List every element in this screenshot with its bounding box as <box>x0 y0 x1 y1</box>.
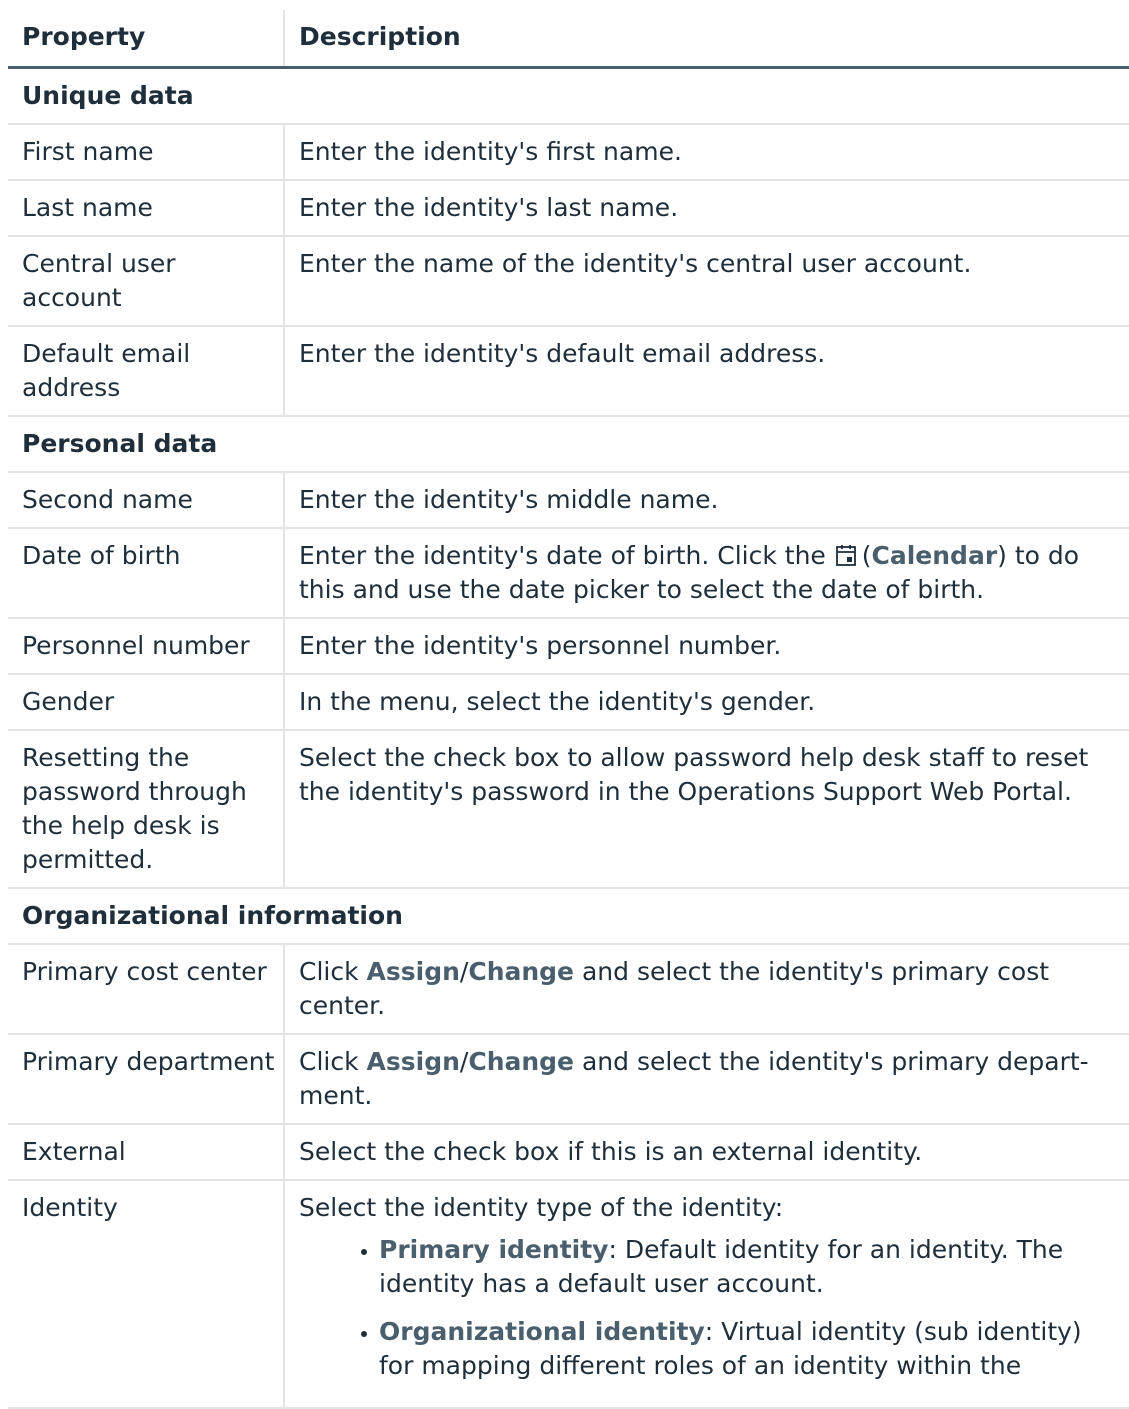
assign-label: Assign <box>366 1047 460 1076</box>
calendar-icon <box>835 544 856 566</box>
table-row: Gender In the menu, select the identity'… <box>8 674 1129 731</box>
click-text: Click <box>299 957 359 986</box>
description-cell: Select the check box to allow password h… <box>283 730 1129 889</box>
property-cell: First name <box>8 124 284 181</box>
header-description: Description <box>283 10 1129 69</box>
identity-type-list: Primary identity: Default identity for a… <box>299 1233 1121 1383</box>
table-row: Default email address Enter the identity… <box>8 326 1129 417</box>
table-row: Second name Enter the identity's middle … <box>8 472 1129 529</box>
section-title-personal-data: Personal data <box>8 416 1129 473</box>
table-row: Primary department Click Assign/Change a… <box>8 1034 1129 1125</box>
table-row: Personnel number Enter the identity's pe… <box>8 618 1129 675</box>
property-cell: Primary cost center <box>8 944 284 1035</box>
description-cell: In the menu, select the identity's gende… <box>283 674 1129 731</box>
identity-intro: Select the identity type of the identity… <box>299 1193 784 1222</box>
calendar-label: Calendar <box>871 541 998 570</box>
property-cell: Personnel number <box>8 618 284 675</box>
description-cell: Select the identity type of the identity… <box>283 1180 1129 1409</box>
assign-label: Assign <box>366 957 460 986</box>
table-row: Last name Enter the identity's last name… <box>8 180 1129 237</box>
property-cell: Identity <box>8 1180 284 1409</box>
change-label: Change <box>468 1047 575 1076</box>
section-title-organizational-information: Organizational information <box>8 888 1129 945</box>
property-cell: Resetting the password through the help … <box>8 730 284 889</box>
description-text-continued: ment. <box>299 1081 373 1110</box>
list-item-term: Organizational identity <box>379 1317 705 1346</box>
section-row-organizational-information: Organizational information <box>8 888 1129 945</box>
description-cell: Click Assign/Change and select the ident… <box>283 944 1129 1035</box>
table-row: Resetting the password through the help … <box>8 730 1129 889</box>
table-row: External Select the check box if this is… <box>8 1124 1129 1181</box>
property-cell: Primary department <box>8 1034 284 1125</box>
description-text: and select the identity's primary depart… <box>581 1047 1089 1076</box>
section-row-personal-data: Personal data <box>8 416 1129 473</box>
property-cell: Date of birth <box>8 528 284 619</box>
list-item: Organizational identity: Virtual identit… <box>361 1315 1121 1383</box>
table-row: Central user account Enter the name of t… <box>8 236 1129 327</box>
description-cell: Enter the identity's middle name. <box>283 472 1129 529</box>
property-cell: Gender <box>8 674 284 731</box>
description-cell: Select the check box if this is an exter… <box>283 1124 1129 1181</box>
click-text: Click <box>299 1047 359 1076</box>
property-cell: Second name <box>8 472 284 529</box>
description-cell: Click Assign/Change and select the ident… <box>283 1034 1129 1125</box>
table-row: Primary cost center Click Assign/Change … <box>8 944 1129 1035</box>
section-title-unique-data: Unique data <box>8 67 1129 125</box>
table-row: Identity Select the identity type of the… <box>8 1180 1129 1409</box>
header-property: Property <box>8 10 284 69</box>
property-cell: Last name <box>8 180 284 237</box>
paren-open: ( <box>861 541 872 570</box>
list-item: Primary identity: Default identity for a… <box>361 1233 1121 1301</box>
table-header-row: Property Description <box>8 10 1129 69</box>
description-cell: Enter the identity's personnel number. <box>283 618 1129 675</box>
description-cell: Enter the identity's date of birth. Clic… <box>283 528 1129 619</box>
description-cell: Enter the identity's last name. <box>283 180 1129 237</box>
description-cell: Enter the identity's first name. <box>283 124 1129 181</box>
description-text: Enter the identity's date of birth. Clic… <box>299 541 826 570</box>
list-item-term: Primary identity <box>379 1235 609 1264</box>
table-row: First name Enter the identity's first na… <box>8 124 1129 181</box>
property-cell: External <box>8 1124 284 1181</box>
property-cell: Central user account <box>8 236 284 327</box>
property-table: Property Description Unique data First n… <box>8 10 1129 1409</box>
description-cell: Enter the name of the identity's central… <box>283 236 1129 327</box>
change-label: Change <box>468 957 575 986</box>
section-row-unique-data: Unique data <box>8 67 1129 125</box>
property-cell: Default email address <box>8 326 284 417</box>
description-cell: Enter the identity's default email addre… <box>283 326 1129 417</box>
table-row: Date of birth Enter the identity's date … <box>8 528 1129 619</box>
